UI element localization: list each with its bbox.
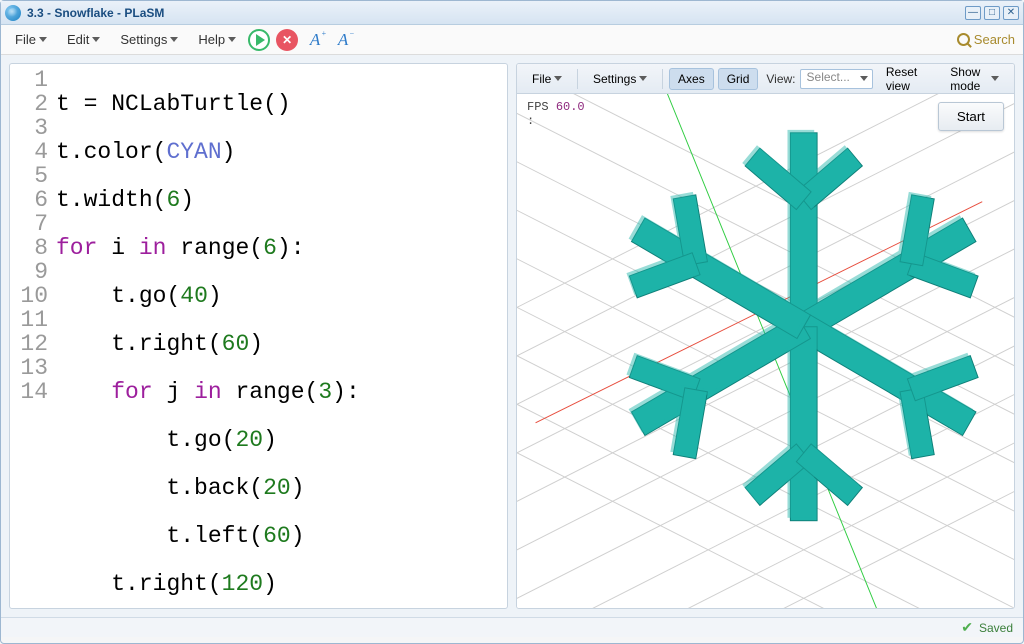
chevron-down-icon (991, 76, 999, 81)
content-area: 1 2 3 4 5 6 7 8 9 10 11 12 13 14 t = NCL… (1, 55, 1023, 617)
chevron-down-icon (92, 37, 100, 42)
chevron-down-icon (639, 76, 647, 81)
editor-pane: 1 2 3 4 5 6 7 8 9 10 11 12 13 14 t = NCL… (9, 63, 508, 609)
chevron-down-icon (39, 37, 47, 42)
line-number: 5 (14, 164, 48, 188)
line-number: 12 (14, 332, 48, 356)
minimize-button[interactable]: — (965, 6, 981, 20)
fps-display: FPS 60.0: (527, 100, 585, 128)
line-number: 3 (14, 116, 48, 140)
search-button[interactable]: Search (957, 32, 1015, 47)
font-decrease-button[interactable]: A− (332, 29, 354, 51)
code-body[interactable]: t = NCLabTurtle() t.color(CYAN) t.width(… (54, 68, 360, 608)
search-label: Search (974, 32, 1015, 47)
chevron-down-icon (860, 76, 868, 81)
status-text: Saved (979, 621, 1013, 635)
line-number: 6 (14, 188, 48, 212)
line-number: 11 (14, 308, 48, 332)
window-title: 3.3 - Snowflake - PLaSM (27, 6, 962, 20)
menu-settings-label: Settings (120, 32, 167, 47)
chevron-down-icon (228, 37, 236, 42)
menubar: File Edit Settings Help ✕ A+ A− Search (1, 25, 1023, 55)
line-number: 10 (14, 284, 48, 308)
viewport-3d[interactable]: FPS 60.0: Start (517, 94, 1014, 608)
maximize-button[interactable]: □ (984, 6, 1000, 20)
line-number: 2 (14, 92, 48, 116)
chevron-down-icon (170, 37, 178, 42)
grid-toggle[interactable]: Grid (718, 68, 759, 90)
stop-button[interactable]: ✕ (276, 29, 298, 51)
check-icon: ✔ (961, 619, 973, 636)
line-gutter: 1 2 3 4 5 6 7 8 9 10 11 12 13 14 (10, 68, 54, 608)
stop-icon: ✕ (282, 33, 292, 47)
search-icon (957, 33, 970, 46)
view-select[interactable]: Select... (800, 69, 873, 89)
line-number: 9 (14, 260, 48, 284)
viewport-svg (517, 94, 1014, 608)
menu-edit[interactable]: Edit (61, 28, 106, 51)
start-button[interactable]: Start (938, 102, 1004, 131)
menu-file-label: File (15, 32, 36, 47)
viewer-toolbar: File Settings Axes Grid View: Select... … (517, 64, 1014, 94)
font-increase-button[interactable]: A+ (304, 29, 326, 51)
titlebar: 3.3 - Snowflake - PLaSM — □ ✕ (1, 1, 1023, 25)
chevron-down-icon (554, 76, 562, 81)
menu-settings[interactable]: Settings (114, 28, 184, 51)
viewer-menu-settings[interactable]: Settings (584, 68, 656, 90)
play-icon (256, 34, 265, 46)
statusbar: ✔ Saved (1, 617, 1023, 637)
line-number: 1 (14, 68, 48, 92)
line-number: 13 (14, 356, 48, 380)
code-editor[interactable]: 1 2 3 4 5 6 7 8 9 10 11 12 13 14 t = NCL… (10, 64, 507, 608)
line-number: 7 (14, 212, 48, 236)
menu-help[interactable]: Help (192, 28, 242, 51)
menu-edit-label: Edit (67, 32, 89, 47)
view-label: View: (766, 72, 795, 86)
line-number: 8 (14, 236, 48, 260)
line-number: 4 (14, 140, 48, 164)
menu-help-label: Help (198, 32, 225, 47)
run-button[interactable] (248, 29, 270, 51)
close-button[interactable]: ✕ (1003, 6, 1019, 20)
viewer-menu-file[interactable]: File (523, 68, 571, 90)
menu-file[interactable]: File (9, 28, 53, 51)
reset-view-button[interactable]: Reset view (877, 63, 933, 97)
app-icon (5, 5, 21, 21)
viewer-pane: File Settings Axes Grid View: Select... … (516, 63, 1015, 609)
axes-toggle[interactable]: Axes (669, 68, 714, 90)
line-number: 14 (14, 380, 48, 404)
show-mode-menu[interactable]: Show mode (941, 63, 1008, 97)
